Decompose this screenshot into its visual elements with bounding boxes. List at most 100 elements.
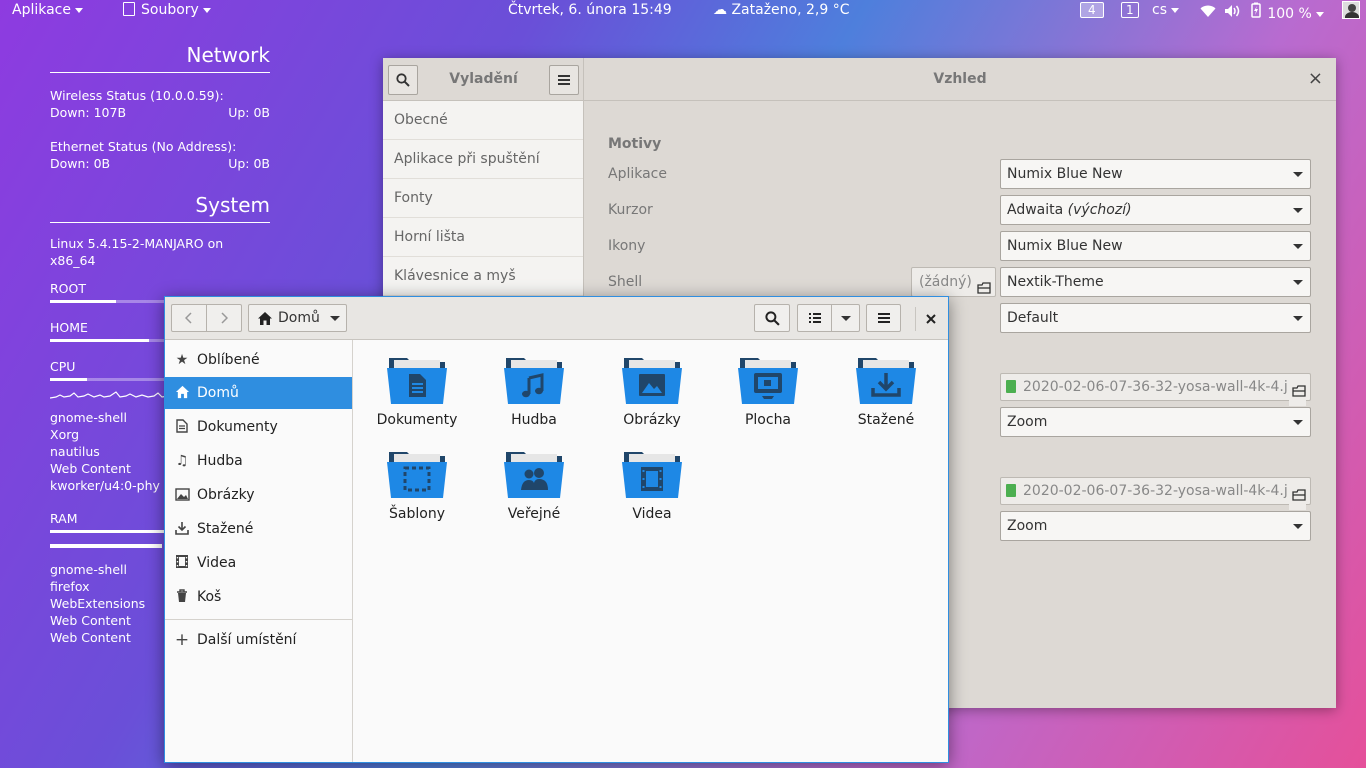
- background-image-chooser[interactable]: 2020-02-06-07-36-32-yosa-wall-4k-4.jpg: [1000, 373, 1311, 406]
- download-icon: [174, 513, 190, 545]
- hamburger-icon: [558, 75, 570, 85]
- chevron-down-icon: [1293, 524, 1303, 529]
- files-window: Domů ★ Oblíbené Domů Dokumenty ♫ Hudba O…: [164, 296, 949, 763]
- close-button[interactable]: [915, 307, 945, 331]
- folder-icon: [1289, 484, 1306, 510]
- sidebar-item-downloads[interactable]: Stažené: [165, 513, 352, 545]
- chevron-right-icon: [221, 312, 228, 324]
- applications-theme-select[interactable]: Numix Blue New: [1000, 159, 1311, 189]
- sidebar-item-starred[interactable]: ★ Oblíbené: [165, 344, 352, 376]
- icon-theme-select[interactable]: Numix Blue New: [1000, 231, 1311, 261]
- sound-theme-select[interactable]: Default: [1000, 303, 1311, 333]
- close-icon: [925, 314, 936, 324]
- chevron-down-icon: [75, 7, 83, 13]
- search-icon: [764, 310, 780, 326]
- page-title: Vzhled: [933, 71, 987, 87]
- chevron-down-icon: [1293, 420, 1303, 425]
- chevron-down-icon: [202, 7, 211, 13]
- close-button[interactable]: ×: [1308, 68, 1323, 89]
- clock[interactable]: Čtvrtek, 6. února 15:49: [508, 2, 672, 18]
- folder-public-icon: [504, 452, 564, 498]
- plus-icon: +: [174, 630, 190, 650]
- folder-videos[interactable]: Videa: [602, 448, 702, 522]
- sidebar-item-startup[interactable]: Aplikace při spuštění: [383, 140, 583, 179]
- image-file-icon: [1006, 380, 1016, 393]
- sidebar-item-pictures[interactable]: Obrázky: [165, 479, 352, 511]
- folder-templates-icon: [387, 452, 447, 498]
- files-icon: [123, 2, 135, 16]
- section-themes: Motivy: [608, 136, 662, 152]
- cloud-icon: ☁: [713, 2, 727, 18]
- sidebar-item-top-bar[interactable]: Horní lišta: [383, 218, 583, 257]
- sidebar-item-other-locations[interactable]: + Další umístění: [165, 624, 352, 656]
- sidebar-item-documents[interactable]: Dokumenty: [165, 411, 352, 443]
- network-title: Network: [50, 40, 270, 73]
- folder-icon: [977, 276, 991, 304]
- chevron-down-icon: [1293, 172, 1303, 177]
- sidebar-item-fonts[interactable]: Fonty: [383, 179, 583, 218]
- tweaks-header: Vzhled ×: [584, 58, 1336, 101]
- hamburger-icon: [877, 313, 890, 323]
- applications-menu[interactable]: Aplikace: [12, 2, 83, 18]
- back-button[interactable]: [171, 304, 207, 332]
- keyboard-layout[interactable]: cs: [1152, 2, 1179, 18]
- chevron-down-icon: [1171, 7, 1179, 13]
- list-view-icon: [808, 313, 821, 323]
- trash-icon: [174, 581, 190, 613]
- shell-label: Shell: [608, 274, 643, 290]
- search-button[interactable]: [754, 304, 790, 332]
- wireless-down: Down: 107B: [50, 105, 127, 120]
- folder-desktop-icon: [738, 358, 798, 404]
- folder-downloads-icon: [856, 358, 916, 404]
- icons-label: Ikony: [608, 238, 646, 254]
- wifi-icon: [1200, 5, 1220, 22]
- chevron-down-icon: [840, 315, 851, 321]
- list-view-button[interactable]: [797, 304, 832, 332]
- view-options-button[interactable]: [831, 304, 860, 332]
- user-avatar[interactable]: [1342, 1, 1360, 23]
- files-app-menu[interactable]: Soubory: [123, 2, 211, 18]
- sidebar-divider: [165, 619, 352, 620]
- sidebar-item-home[interactable]: Domů: [165, 377, 352, 409]
- menu-button[interactable]: [866, 304, 901, 332]
- folder-documents-icon: [387, 358, 447, 404]
- shell-theme-select[interactable]: Nextik-Theme: [1000, 267, 1311, 297]
- sidebar-item-general[interactable]: Obecné: [383, 101, 583, 140]
- files-sidebar: ★ Oblíbené Domů Dokumenty ♫ Hudba Obrázky …: [165, 340, 353, 762]
- sidebar-item-keyboard[interactable]: Klávesnice a myš: [383, 257, 583, 296]
- background-adjustment-select[interactable]: Zoom: [1000, 407, 1311, 437]
- forward-button[interactable]: [206, 304, 242, 332]
- root-label: ROOT: [50, 281, 86, 296]
- folder-documents[interactable]: Dokumenty: [367, 354, 467, 428]
- ethernet-up: Up: 0B: [228, 156, 270, 171]
- location-button[interactable]: Domů: [248, 304, 347, 332]
- folder-pictures-icon: [622, 358, 682, 404]
- chevron-down-icon: [1293, 316, 1303, 321]
- folder-templates[interactable]: Šablony: [367, 448, 467, 522]
- folder-pictures[interactable]: Obrázky: [602, 354, 702, 428]
- workspace-count[interactable]: 4: [1080, 2, 1104, 18]
- shell-file-chooser[interactable]: (žádný): [911, 267, 996, 297]
- folder-downloads[interactable]: Stažené: [836, 354, 936, 428]
- system-menu[interactable]: 100 %: [1200, 2, 1324, 22]
- folder-music[interactable]: Hudba: [484, 354, 584, 428]
- sidebar-item-music[interactable]: ♫ Hudba: [165, 445, 352, 477]
- menu-button[interactable]: [549, 65, 579, 95]
- music-icon: ♫: [175, 453, 189, 469]
- sidebar-item-trash[interactable]: Koš: [165, 581, 352, 613]
- workspace-indicator[interactable]: 1: [1121, 2, 1139, 18]
- close-icon: ×: [1307, 68, 1323, 89]
- wireless-status: Wireless Status (10.0.0.59):: [50, 88, 224, 103]
- folder-public[interactable]: Veřejné: [484, 448, 584, 522]
- sidebar-item-videos[interactable]: Videa: [165, 547, 352, 579]
- picture-icon: [174, 479, 190, 511]
- folder-desktop[interactable]: Plocha: [718, 354, 818, 428]
- chevron-down-icon: [1293, 244, 1303, 249]
- kernel-info: Linux 5.4.15-2-MANJARO on x86_64: [50, 236, 224, 268]
- system-title: System: [50, 190, 270, 223]
- cursor-theme-select[interactable]: Adwaita (výchozí): [1000, 195, 1311, 225]
- lockscreen-image-chooser[interactable]: 2020-02-06-07-36-32-yosa-wall-4k-4.jpg: [1000, 477, 1311, 510]
- folder-videos-icon: [622, 452, 682, 498]
- lockscreen-adjustment-select[interactable]: Zoom: [1000, 511, 1311, 541]
- weather-indicator[interactable]: ☁ Zataženo, 2,9 °C: [713, 2, 849, 18]
